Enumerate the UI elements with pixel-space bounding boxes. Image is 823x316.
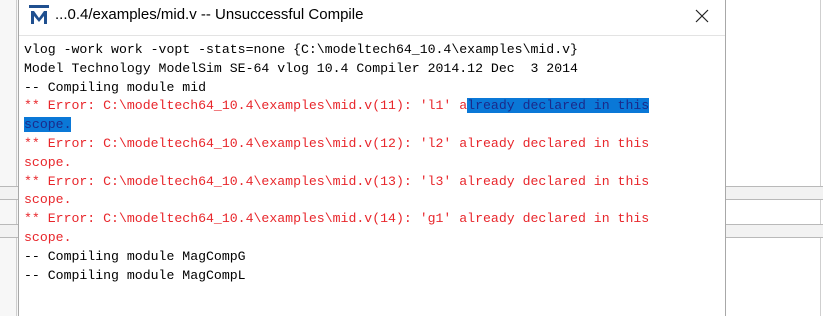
line-text: ** Error: C:\modeltech64_10.4\examples\m…: [24, 173, 650, 189]
background-row-band: [726, 186, 823, 200]
error-line: ** Error: C:\modeltech64_10.4\examples\m…: [24, 96, 650, 115]
line-text: Model Technology ModelSim SE-64 vlog 10.…: [24, 60, 578, 76]
line-text: scope.: [24, 230, 72, 245]
title-bar[interactable]: ...0.4/examples/mid.v -- Unsuccessful Co…: [19, 0, 725, 31]
background-app-right-edge: [726, 0, 823, 316]
error-line: ** Error: C:\modeltech64_10.4\examples\m…: [24, 209, 649, 228]
line-text: ** Error: C:\modeltech64_10.4\examples\m…: [24, 98, 468, 114]
error-line: ** Error: C:\modeltech64_10.4\examples\m…: [24, 172, 649, 191]
output-line: -- Compiling module MagCompL: [24, 266, 246, 285]
line-text: ** Error: C:\modeltech64_10.4\examples\m…: [24, 136, 650, 151]
selected-text: lready declared in this: [467, 98, 650, 114]
line-text: vlog -work work -vopt -stats=none {C:\mo…: [24, 42, 578, 57]
line-text: scope.: [24, 192, 72, 208]
window-title: ...0.4/examples/mid.v -- Unsuccessful Co…: [55, 6, 364, 23]
error-line: scope.: [24, 153, 71, 172]
line-text: -- Compiling module MagCompL: [24, 267, 246, 283]
line-text: ** Error: C:\modeltech64_10.4\examples\m…: [24, 211, 650, 227]
error-line: scope.: [24, 228, 71, 247]
line-text: scope.: [24, 154, 72, 170]
background-row-band: [726, 224, 823, 238]
line-text: -- Compiling module mid: [24, 79, 207, 95]
error-line: scope.: [24, 190, 71, 209]
output-line: Model Technology ModelSim SE-64 vlog 10.…: [24, 59, 578, 78]
modelsim-m-icon: [29, 5, 49, 25]
close-button[interactable]: [679, 0, 725, 31]
selected-text: scope.: [24, 117, 72, 133]
compile-output-text[interactable]: vlog -work work -vopt -stats=none {C:\mo…: [19, 35, 725, 316]
close-icon: [695, 9, 709, 23]
output-line: -- Compiling module mid: [24, 78, 206, 97]
background-row-band: [0, 224, 20, 238]
line-text: -- Compiling module MagCompG: [24, 248, 246, 264]
output-line: -- Compiling module MagCompG: [24, 247, 246, 266]
compile-result-window: ...0.4/examples/mid.v -- Unsuccessful Co…: [18, 0, 726, 316]
error-line: scope.: [24, 115, 72, 134]
output-line: vlog -work work -vopt -stats=none {C:\mo…: [24, 40, 578, 59]
background-row-band: [0, 186, 20, 200]
error-line: ** Error: C:\modeltech64_10.4\examples\m…: [24, 134, 649, 153]
background-divider: [820, 0, 821, 316]
background-divider: [16, 0, 17, 316]
